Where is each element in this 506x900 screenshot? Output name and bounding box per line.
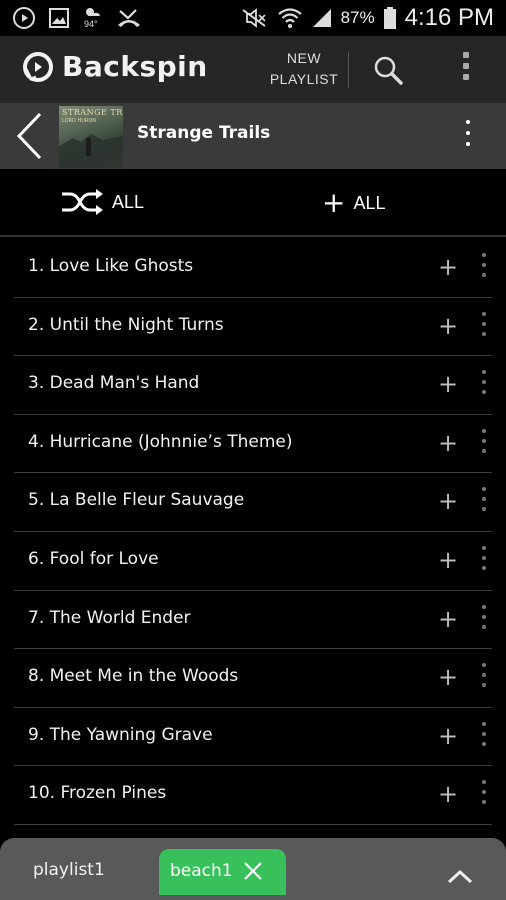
track-menu-icon[interactable] <box>480 370 488 404</box>
signal-icon <box>312 9 331 27</box>
app-bar: Backspin NEW PLAYLIST <box>0 36 506 103</box>
add-track-icon[interactable]: + <box>438 487 458 515</box>
add-track-icon[interactable]: + <box>438 546 458 574</box>
track-title: 8. Meet Me in the Woods <box>28 666 239 687</box>
play-circle-icon <box>13 7 35 29</box>
track-row[interactable]: 1. Love Like Ghosts + <box>14 239 492 298</box>
new-playlist-label-line1: NEW <box>286 50 322 66</box>
album-menu-icon[interactable] <box>462 120 474 154</box>
plus-icon: + <box>322 186 346 219</box>
temperature-text: 94° <box>84 19 98 29</box>
toolbar-divider <box>348 52 349 88</box>
status-right: 87% 4:16 PM <box>239 4 494 32</box>
track-menu-icon[interactable] <box>480 663 488 697</box>
app-title: Backspin <box>62 50 208 83</box>
track-menu-icon[interactable] <box>480 487 488 521</box>
track-menu-icon[interactable] <box>480 545 488 580</box>
new-playlist-label-line2: PLAYLIST <box>269 71 339 87</box>
track-title: 7. The World Ender <box>28 607 191 628</box>
track-row[interactable]: 5. La Belle Fleur Sauvage + <box>14 473 492 532</box>
playlist-tabs-bar: playlist1 beach1 <box>0 838 506 900</box>
add-all-button[interactable]: + ALL <box>322 186 386 219</box>
action-row: ALL + ALL <box>0 169 506 237</box>
add-track-icon[interactable]: + <box>438 780 458 808</box>
battery-icon <box>383 7 396 29</box>
track-menu-icon[interactable] <box>480 780 488 814</box>
track-menu-icon[interactable] <box>480 311 488 346</box>
backspin-logo-icon <box>23 51 53 82</box>
new-playlist-button[interactable]: NEW PLAYLIST <box>264 48 344 90</box>
wifi-icon <box>277 8 302 28</box>
missed-call-icon <box>118 9 140 27</box>
track-title: 2. Until the Night Turns <box>28 314 224 335</box>
overflow-menu-icon[interactable] <box>458 52 474 86</box>
shuffle-all-label: ALL <box>112 191 145 212</box>
add-track-icon[interactable]: + <box>438 605 458 633</box>
track-row[interactable]: 2. Until the Night Turns + <box>14 298 492 357</box>
status-bar: 94° 87% 4:16 PM <box>0 0 506 36</box>
track-list: 1. Love Like Ghosts + 2. Until the Night… <box>14 239 492 825</box>
add-track-icon[interactable]: + <box>438 429 458 457</box>
close-icon[interactable] <box>241 859 265 883</box>
tab-playlist1[interactable]: playlist1 <box>33 860 105 880</box>
add-track-icon[interactable]: + <box>438 312 458 340</box>
track-title: 9. The Yawning Grave <box>28 724 213 745</box>
mute-icon <box>241 8 266 28</box>
album-art: STRANGE TRAILS LORD HURON <box>59 106 123 168</box>
track-row[interactable]: 3. Dead Man's Hand + <box>14 356 492 415</box>
track-row[interactable]: 7. The World Ender + <box>14 591 492 650</box>
add-track-icon[interactable]: + <box>438 722 458 750</box>
track-title: 10. Frozen Pines <box>28 783 167 804</box>
track-row[interactable]: 4. Hurricane (Johnnie’s Theme) + <box>14 415 492 474</box>
tab-beach1-label: beach1 <box>170 861 233 881</box>
shuffle-icon <box>62 189 103 215</box>
track-row[interactable]: 6. Fool for Love + <box>14 532 492 591</box>
track-row[interactable]: 9. The Yawning Grave + <box>14 708 492 767</box>
album-header: STRANGE TRAILS LORD HURON Strange Trails <box>0 103 506 169</box>
battery-percent: 87% <box>340 8 375 27</box>
weather-icon: 94° <box>82 6 104 30</box>
back-arrow-icon[interactable] <box>14 111 44 161</box>
tab-beach1[interactable]: beach1 <box>159 849 286 895</box>
track-title: 1. Love Like Ghosts <box>28 256 194 276</box>
track-title: 5. La Belle Fleur Sauvage <box>28 490 245 511</box>
chevron-up-icon[interactable] <box>446 866 474 886</box>
album-title: Strange Trails <box>137 123 271 143</box>
add-track-icon[interactable]: + <box>438 663 458 691</box>
add-track-icon[interactable]: + <box>438 370 458 398</box>
track-title: 4. Hurricane (Johnnie’s Theme) <box>28 431 293 452</box>
shuffle-all-button[interactable]: ALL <box>60 189 144 215</box>
track-title: 3. Dead Man's Hand <box>28 373 200 394</box>
app-logo: Backspin <box>22 50 208 83</box>
search-icon[interactable] <box>372 54 404 86</box>
add-all-label: ALL <box>353 192 386 213</box>
track-row[interactable]: 8. Meet Me in the Woods + <box>14 649 492 708</box>
track-title: 6. Fool for Love <box>28 548 159 569</box>
track-menu-icon[interactable] <box>480 721 488 756</box>
track-menu-icon[interactable] <box>480 604 488 639</box>
status-left: 94° <box>12 6 142 30</box>
clock: 4:16 PM <box>404 4 494 31</box>
track-menu-icon[interactable] <box>480 428 488 463</box>
image-icon <box>49 8 69 28</box>
track-row[interactable]: 10. Frozen Pines + <box>14 766 492 825</box>
add-track-icon[interactable]: + <box>438 253 458 281</box>
track-menu-icon[interactable] <box>480 253 488 287</box>
